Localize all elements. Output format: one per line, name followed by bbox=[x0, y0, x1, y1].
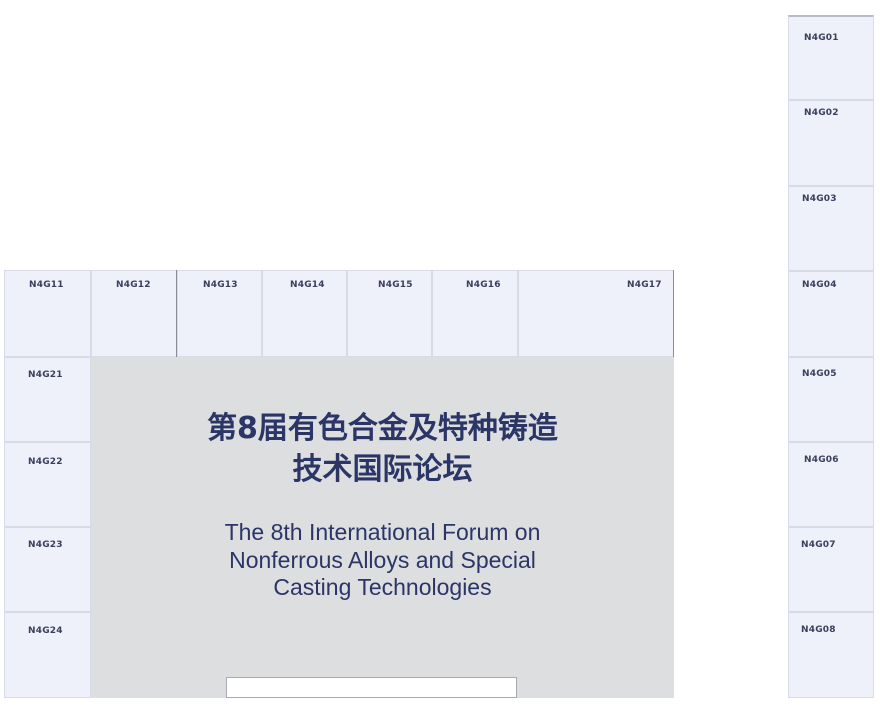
booth-label: N4G04 bbox=[802, 280, 837, 290]
booth-n4g14[interactable]: N4G14 bbox=[262, 270, 347, 357]
booth-label: N4G22 bbox=[28, 457, 63, 467]
booth-n4g17[interactable]: N4G17 bbox=[518, 270, 674, 357]
booth-label: N4G02 bbox=[804, 108, 839, 118]
booth-n4g16[interactable]: N4G16 bbox=[432, 270, 518, 357]
booth-label: N4G01 bbox=[804, 33, 839, 43]
booth-n4g23[interactable]: N4G23 bbox=[4, 527, 91, 612]
booth-label: N4G06 bbox=[804, 455, 839, 465]
forum-title-en-line1: The 8th International Forum on bbox=[224, 519, 541, 545]
booth-label: N4G11 bbox=[29, 280, 64, 290]
booth-n4g24[interactable]: N4G24 bbox=[4, 612, 91, 698]
booth-n4g15[interactable]: N4G15 bbox=[347, 270, 432, 357]
forum-title-cn-line2: 技术国际论坛 bbox=[292, 452, 473, 487]
booth-label: N4G15 bbox=[378, 280, 413, 290]
booth-n4g08[interactable]: N4G08 bbox=[788, 612, 874, 698]
booth-label: N4G14 bbox=[290, 280, 325, 290]
booth-n4g03[interactable]: N4G03 bbox=[788, 186, 874, 271]
booth-n4g12[interactable]: N4G12 bbox=[91, 270, 177, 357]
booth-label: N4G05 bbox=[802, 369, 837, 379]
booth-label: N4G21 bbox=[28, 370, 63, 380]
booth-n4g21[interactable]: N4G21 bbox=[4, 357, 91, 442]
forum-title-cn-line1: 第8届有色合金及特种铸造 bbox=[207, 411, 558, 446]
booth-n4g22[interactable]: N4G22 bbox=[4, 442, 91, 527]
booth-label: N4G13 bbox=[203, 280, 238, 290]
forum-title-en-line3: Casting Technologies bbox=[273, 574, 492, 600]
booth-label: N4G03 bbox=[802, 194, 837, 204]
booth-label: N4G24 bbox=[28, 626, 63, 636]
booth-n4g05[interactable]: N4G05 bbox=[788, 357, 874, 442]
booth-divider bbox=[176, 270, 177, 357]
booth-label: N4G12 bbox=[116, 280, 151, 290]
booth-label: N4G17 bbox=[627, 280, 662, 290]
forum-entrance bbox=[226, 677, 517, 698]
forum-title-en-line2: Nonferrous Alloys and Special bbox=[229, 547, 536, 573]
booth-n4g01[interactable]: N4G01 bbox=[788, 15, 874, 100]
booth-n4g04[interactable]: N4G04 bbox=[788, 271, 874, 357]
booth-label: N4G16 bbox=[466, 280, 501, 290]
booth-n4g02[interactable]: N4G02 bbox=[788, 100, 874, 186]
forum-area[interactable]: 第8届有色合金及特种铸造 技术国际论坛 The 8th Internationa… bbox=[91, 357, 674, 698]
booth-n4g06[interactable]: N4G06 bbox=[788, 442, 874, 527]
booth-n4g07[interactable]: N4G07 bbox=[788, 527, 874, 612]
booth-n4g13[interactable]: N4G13 bbox=[177, 270, 262, 357]
booth-label: N4G07 bbox=[801, 540, 836, 550]
booth-n4g11[interactable]: N4G11 bbox=[4, 270, 91, 357]
booth-label: N4G23 bbox=[28, 540, 63, 550]
booth-label: N4G08 bbox=[801, 625, 836, 635]
